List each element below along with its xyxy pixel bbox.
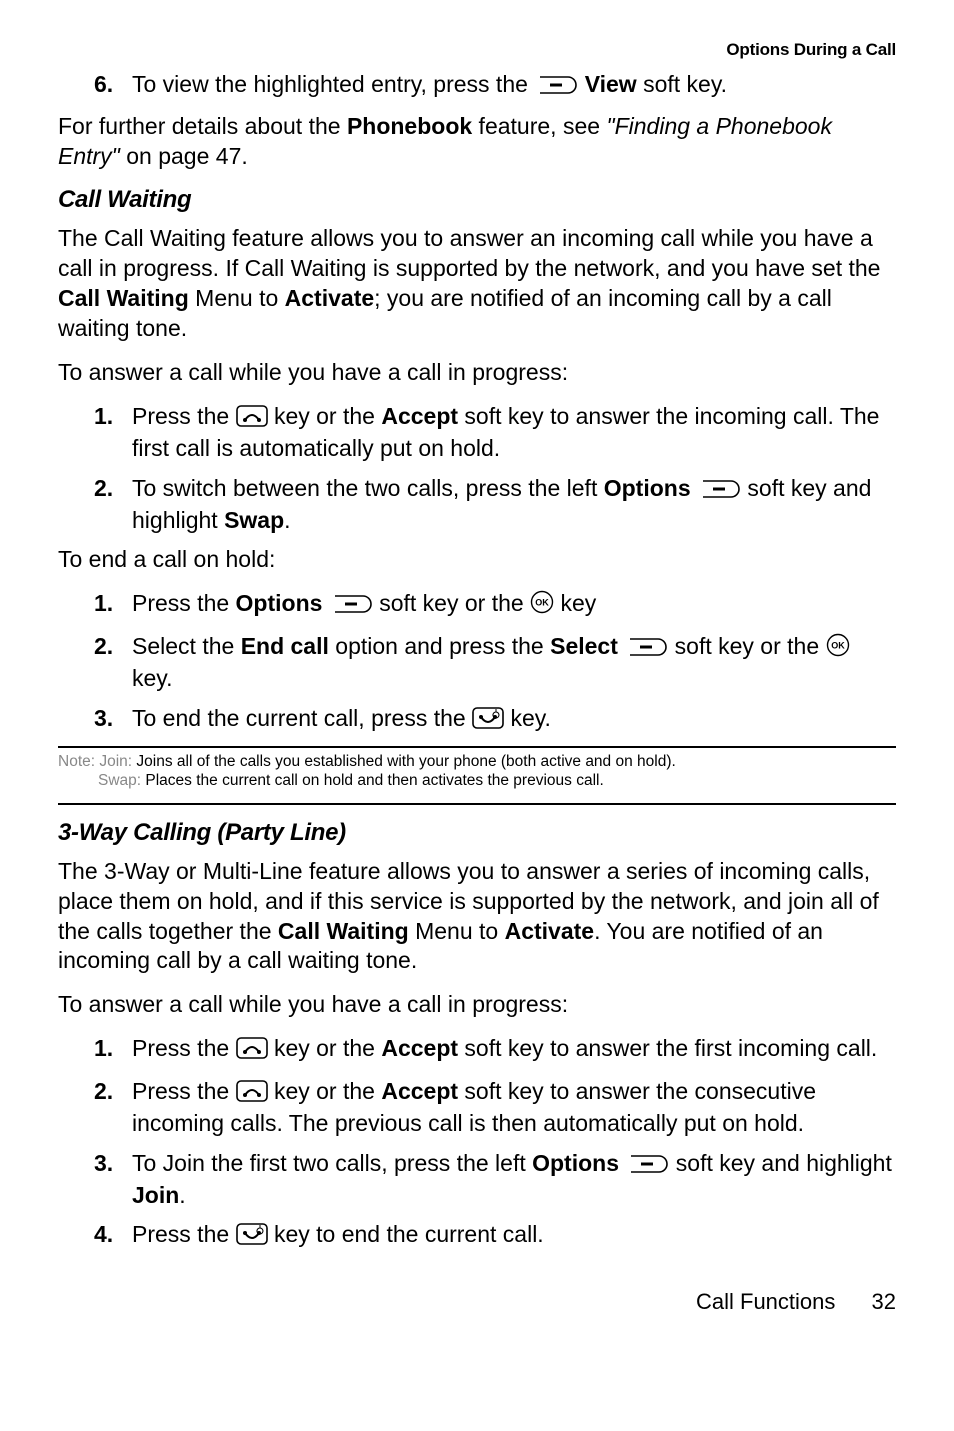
softkey-icon <box>625 1152 669 1181</box>
text-b: key or the <box>274 1035 381 1061</box>
note-label: Note: <box>58 753 99 770</box>
step-suffix: soft key. <box>637 71 727 97</box>
phonebook-suffix: on page 47. <box>120 143 248 169</box>
text-c: option and press the <box>329 633 550 659</box>
step-number: 6. <box>94 70 113 99</box>
accept-label: Accept <box>381 403 458 429</box>
call-key-icon <box>236 1037 268 1066</box>
endcall-label: End call <box>241 633 329 659</box>
softkey-icon <box>329 592 373 621</box>
step-number: 1. <box>94 589 113 618</box>
step-text: To view the highlighted entry, press the <box>132 71 534 97</box>
heading-3way: 3-Way Calling (Party Line) <box>58 819 896 847</box>
text-b: key or the <box>274 403 381 429</box>
accept-label: Accept <box>381 1035 458 1061</box>
call-key-icon <box>236 1080 268 1109</box>
cw-intro-a: The Call Waiting feature allows you to a… <box>58 225 880 281</box>
divider-bottom <box>58 803 896 805</box>
text-f: key. <box>132 665 172 691</box>
join-label: Join <box>132 1182 179 1208</box>
text-a: Press the <box>132 1035 236 1061</box>
phonebook-crossref: For further details about the Phonebook … <box>58 112 896 172</box>
footer-page-number: 32 <box>872 1289 896 1315</box>
note-swap-text: Places the current call on hold and then… <box>145 772 603 789</box>
text-b: key or the <box>274 1078 381 1104</box>
select-label: Select <box>550 633 618 659</box>
phonebook-mid: feature, see <box>472 113 606 139</box>
note-block: Note: Join: Joins all of the calls you e… <box>58 752 896 795</box>
cw-intro-c: Menu to <box>189 285 285 311</box>
cw-intro-d: Activate <box>285 285 374 311</box>
call-key-icon <box>236 405 268 434</box>
text-a: Select the <box>132 633 241 659</box>
text-e: . <box>179 1182 185 1208</box>
text-a: Press the <box>132 590 236 616</box>
heading-call-waiting: Call Waiting <box>58 186 896 214</box>
text-c: soft key and highlight <box>676 1150 892 1176</box>
cw-intro-b: Call Waiting <box>58 285 189 311</box>
tw-step-2: 2. Press the key or the Accept soft key … <box>132 1077 896 1139</box>
cw-end-step-1: 1. Press the Options soft key or the key <box>132 589 896 621</box>
tw-intro-c: Menu to <box>409 918 505 944</box>
text-a: To Join the first two calls, press the l… <box>132 1150 532 1176</box>
text-b: key. <box>510 705 550 731</box>
step-6-view: 6. To view the highlighted entry, press … <box>132 70 896 102</box>
text-d: soft key to answer the first incoming ca… <box>458 1035 877 1061</box>
note-swap-label: Swap: <box>98 772 145 789</box>
divider-top <box>58 746 896 748</box>
text-a: Press the <box>132 403 236 429</box>
softkey-icon <box>624 635 668 664</box>
softkey-icon <box>534 73 578 102</box>
phonebook-word: Phonebook <box>347 113 472 139</box>
step-number: 1. <box>94 402 113 431</box>
threeway-intro: The 3-Way or Multi-Line feature allows y… <box>58 857 896 977</box>
end-key-icon <box>472 707 504 736</box>
tw-step-1: 1. Press the key or the Accept soft key … <box>132 1034 896 1066</box>
step-number: 2. <box>94 632 113 661</box>
options-label: Options <box>236 590 323 616</box>
step-number: 3. <box>94 704 113 733</box>
text-a: Press the <box>132 1078 236 1104</box>
options-label: Options <box>604 475 691 501</box>
footer-section: Call Functions <box>696 1289 835 1314</box>
text-a: To end the current call, press the <box>132 705 472 731</box>
step-number: 3. <box>94 1149 113 1178</box>
step-number: 1. <box>94 1034 113 1063</box>
step-number: 4. <box>94 1220 113 1249</box>
step-number: 2. <box>94 474 113 503</box>
running-header: Options During a Call <box>58 40 896 60</box>
end-key-icon <box>236 1223 268 1252</box>
call-waiting-intro: The Call Waiting feature allows you to a… <box>58 224 896 344</box>
cw-end-step-2: 2. Select the End call option and press … <box>132 632 896 694</box>
ok-key-icon <box>826 633 850 664</box>
options-label: Options <box>532 1150 619 1176</box>
text-d: key <box>560 590 596 616</box>
text-b: key to end the current call. <box>274 1221 544 1247</box>
cw-answer-step-1: 1. Press the key or the Accept soft key … <box>132 402 896 464</box>
threeway-lead: To answer a call while you have a call i… <box>58 990 896 1020</box>
softkey-icon <box>697 477 741 506</box>
cw-answer-step-2: 2. To switch between the two calls, pres… <box>132 474 896 536</box>
text-a: Press the <box>132 1221 236 1247</box>
view-softkey-label: View <box>585 71 637 97</box>
tw-intro-b: Call Waiting <box>278 918 409 944</box>
ok-key-icon <box>530 590 554 621</box>
cw-end-lead: To end a call on hold: <box>58 545 896 575</box>
text-c: soft key or the <box>379 590 530 616</box>
text-a: To switch between the two calls, press t… <box>132 475 604 501</box>
accept-label: Accept <box>381 1078 458 1104</box>
step-number: 2. <box>94 1077 113 1106</box>
swap-label: Swap <box>224 507 284 533</box>
note-join-label: Join: <box>99 753 136 770</box>
page-footer: Call Functions 32 <box>58 1289 896 1315</box>
text-e: . <box>284 507 290 533</box>
note-join-text: Joins all of the calls you established w… <box>136 753 675 770</box>
tw-intro-d: Activate <box>505 918 594 944</box>
text-e: soft key or the <box>675 633 826 659</box>
phonebook-prefix: For further details about the <box>58 113 347 139</box>
tw-step-4: 4. Press the key to end the current call… <box>132 1220 896 1252</box>
cw-end-step-3: 3. To end the current call, press the ke… <box>132 704 896 736</box>
tw-step-3: 3. To Join the first two calls, press th… <box>132 1149 896 1211</box>
cw-answer-lead: To answer a call while you have a call i… <box>58 358 896 388</box>
